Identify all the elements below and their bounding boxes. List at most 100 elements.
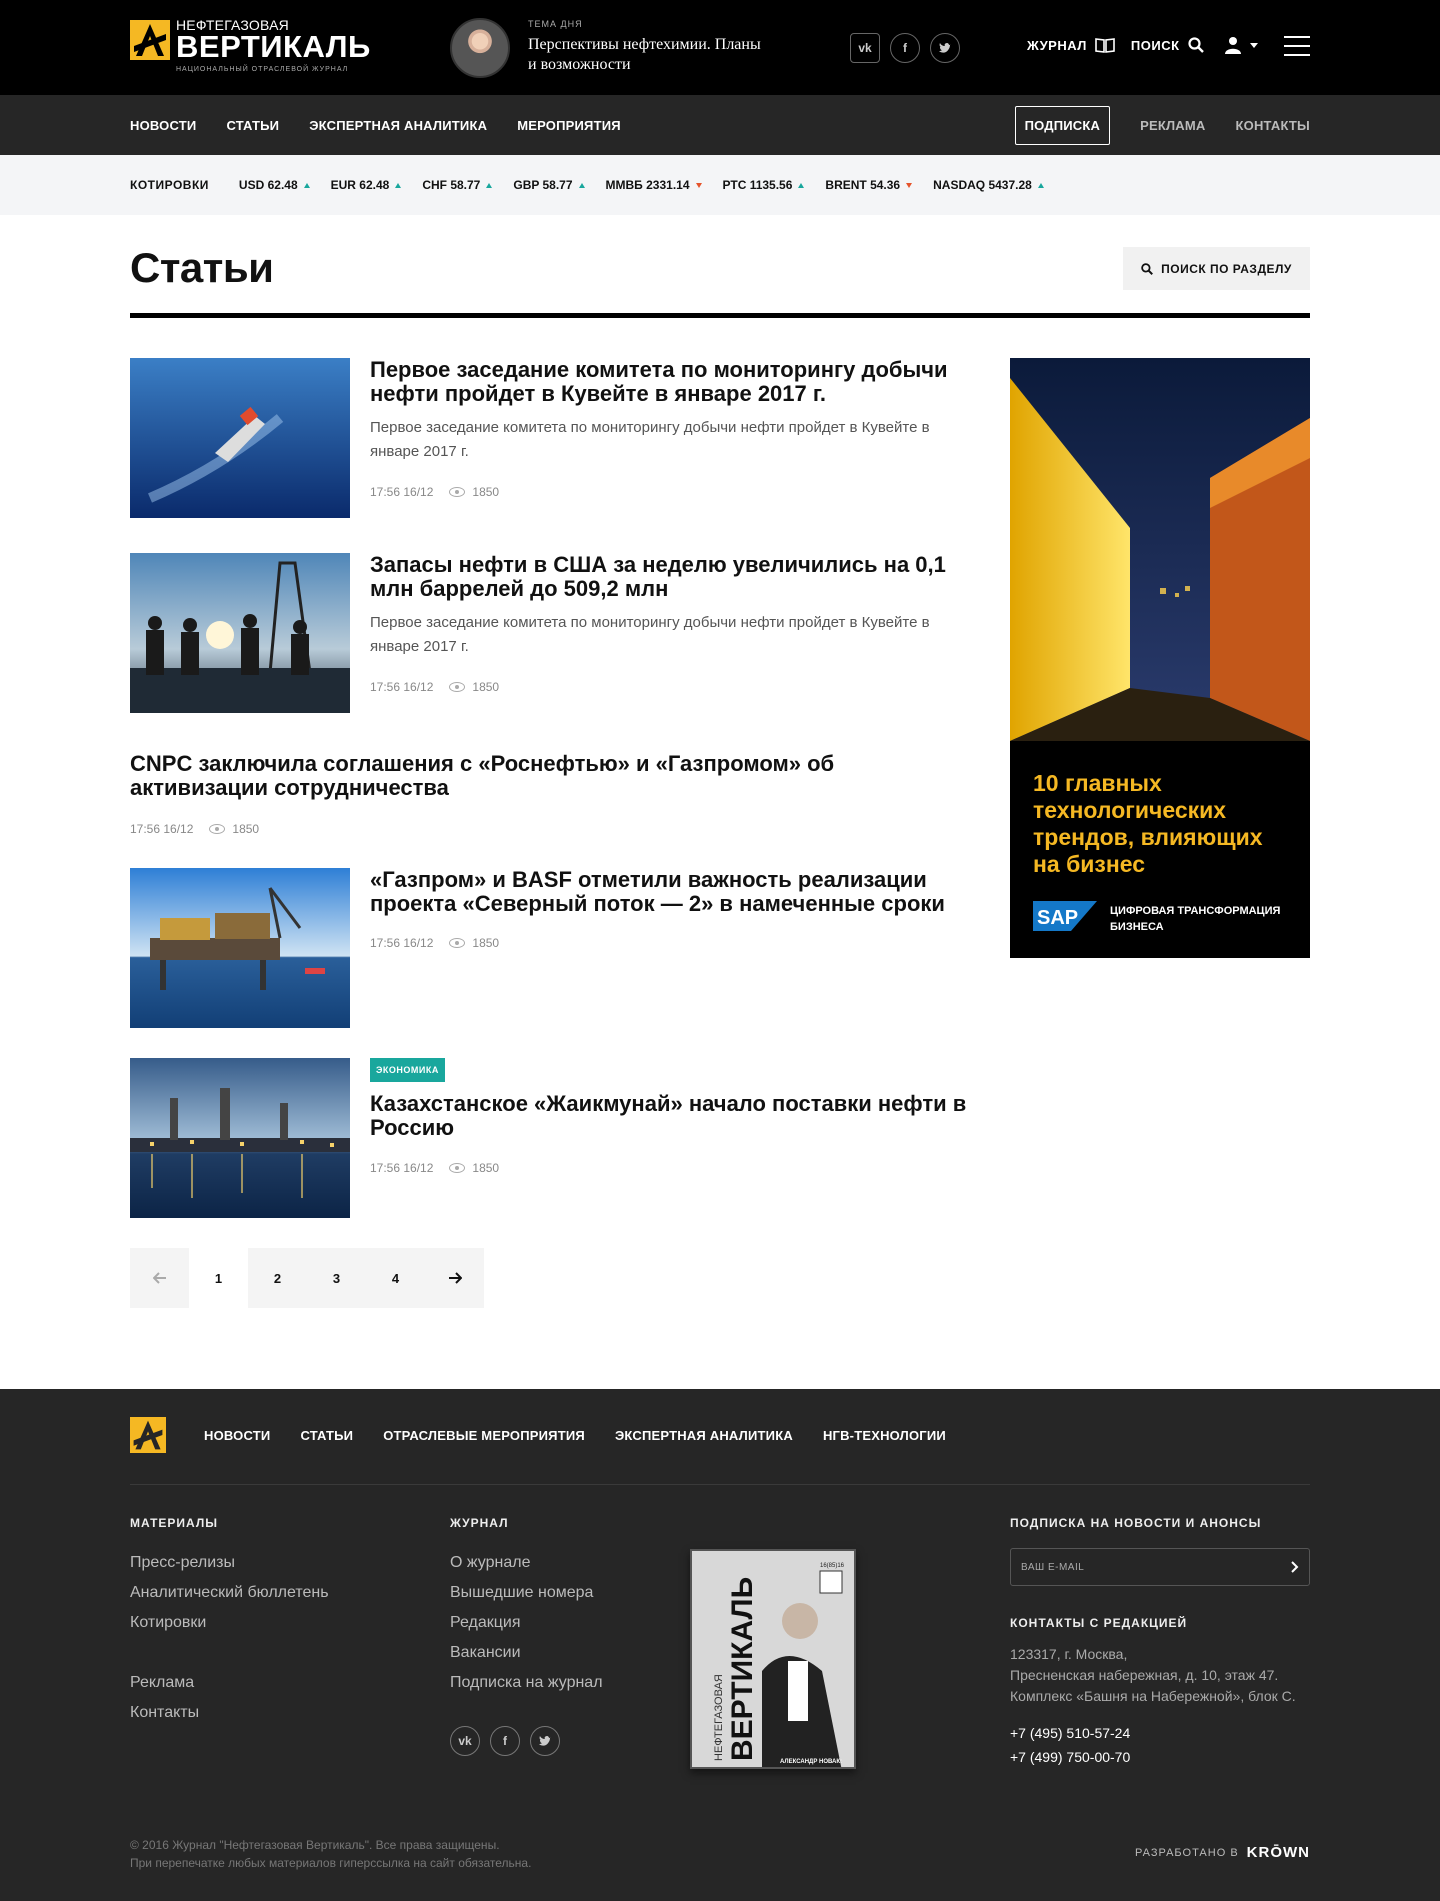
eye-icon <box>449 487 466 497</box>
quote-item[interactable]: EUR 62.48 <box>331 178 402 192</box>
article-meta: 17:56 16/12 1850 <box>370 680 970 694</box>
email-placeholder: ВАШ E-MAIL <box>1021 1561 1085 1573</box>
article-thumbnail[interactable] <box>130 868 350 1028</box>
nav-contacts[interactable]: КОНТАКТЫ <box>1236 118 1310 133</box>
eye-icon <box>449 938 466 948</box>
cover-title: ВЕРТИКАЛЬ <box>726 1577 759 1761</box>
article-views: 1850 <box>472 485 500 499</box>
page-4[interactable]: 4 <box>366 1248 425 1308</box>
developer-credit[interactable]: РАЗРАБОТАНО В KRŌWN <box>1135 1844 1310 1861</box>
nav-ads[interactable]: РЕКЛАМА <box>1140 118 1205 133</box>
nav-item[interactable]: СТАТЬИ <box>226 118 279 133</box>
quote-item[interactable]: РТС 1135.56 <box>723 178 805 192</box>
article-title[interactable]: CNPC заключила соглашения с «Роснефтью» … <box>130 752 960 800</box>
arrow-left-icon <box>152 1272 166 1284</box>
quote-item[interactable]: USD 62.48 <box>239 178 310 192</box>
facebook-icon[interactable]: f <box>490 1726 520 1756</box>
article-title[interactable]: Первое заседание комитета по мониторингу… <box>370 358 970 406</box>
subscribe-title: ПОДПИСКА НА НОВОСТИ И АНОНСЫ <box>1010 1516 1262 1530</box>
twitter-icon[interactable] <box>530 1726 560 1756</box>
twitter-icon[interactable] <box>930 33 960 63</box>
topic-text[interactable]: Перспективы нефтехимии. Планы и возможно… <box>528 35 768 75</box>
footer-nav-item[interactable]: ОТРАСЛЕВЫЕ МЕРОПРИЯТИЯ <box>383 1428 585 1443</box>
page-3[interactable]: 3 <box>307 1248 366 1308</box>
trend-down-icon <box>695 182 702 188</box>
topic-label: ТЕМА ДНЯ <box>528 19 583 29</box>
journal-cover[interactable]: 16(85)16 АЛЕКСАНДР НОВАК: ВЕРТИКАЛЬ НЕФТ… <box>690 1549 856 1769</box>
footer-journal: ЖУРНАЛ О журнале Вышедшие номера Редакция В… <box>450 1516 603 1756</box>
address-line: Пресненская набережная, д. 10, этаж 47. <box>1010 1667 1279 1683</box>
search-link[interactable]: ПОИСК <box>1131 37 1204 53</box>
email-input[interactable]: ВАШ E-MAIL <box>1010 1548 1310 1586</box>
footer-social: vk f <box>450 1726 603 1756</box>
vk-icon[interactable]: vk <box>850 33 880 63</box>
footer-link[interactable]: Реклама <box>130 1668 329 1698</box>
next-page-button[interactable] <box>425 1248 484 1308</box>
ad-subline: ЦИФРОВАЯ ТРАНСФОРМАЦИЯ БИЗНЕСА <box>1110 905 1281 933</box>
copyright: © 2016 Журнал "Нефтегазовая Вертикаль". … <box>130 1836 531 1872</box>
quote-item[interactable]: BRENT 54.36 <box>825 178 913 192</box>
vk-icon[interactable]: vk <box>450 1726 480 1756</box>
footer-link[interactable]: Вакансии <box>450 1638 603 1668</box>
article-thumbnail[interactable] <box>130 1058 350 1218</box>
quote-item[interactable]: GBP 58.77 <box>513 178 585 192</box>
facebook-icon[interactable]: f <box>890 33 920 63</box>
sap-logo-icon: SAP <box>1033 901 1097 931</box>
topic-of-day[interactable]: ТЕМА ДНЯ Перспективы нефтехимии. Планы и… <box>450 18 768 78</box>
article-title[interactable]: «Газпром» и BASF отметили важность реали… <box>370 868 970 916</box>
footer-link[interactable]: Контакты <box>130 1698 329 1728</box>
article-thumbnail[interactable] <box>130 358 350 518</box>
footer-link[interactable]: Вышедшие номера <box>450 1578 603 1608</box>
journal-link[interactable]: ЖУРНАЛ <box>1027 37 1115 53</box>
main-nav: НОВОСТИ СТАТЬИ ЭКСПЕРТНАЯ АНАЛИТИКА МЕРОПРИ… <box>0 95 1440 155</box>
footer-nav-item[interactable]: ЭКСПЕРТНАЯ АНАЛИТИКА <box>615 1428 793 1443</box>
nav-item[interactable]: ЭКСПЕРТНАЯ АНАЛИТИКА <box>309 118 487 133</box>
quote-item[interactable]: NASDAQ 5437.28 <box>933 178 1044 192</box>
menu-icon[interactable] <box>1284 36 1310 56</box>
footer-link[interactable]: О журнале <box>450 1548 603 1578</box>
article-title[interactable]: Казахстанское «Жаикмунай» начало поставк… <box>370 1092 970 1140</box>
article-item[interactable]: Запасы нефти в США за неделю увеличились… <box>130 553 970 713</box>
article-thumbnail[interactable] <box>130 553 350 713</box>
section-search-button[interactable]: ПОИСК ПО РАЗДЕЛУ <box>1123 247 1310 290</box>
quote-item[interactable]: CHF 58.77 <box>422 178 493 192</box>
page-1[interactable]: 1 <box>189 1248 248 1308</box>
quote-item[interactable]: ММВБ 2331.14 <box>606 178 702 192</box>
search-icon <box>1141 262 1154 275</box>
quote-value: NASDAQ 5437.28 <box>933 178 1032 192</box>
footer-link[interactable]: Пресс-релизы <box>130 1548 329 1578</box>
page-2[interactable]: 2 <box>248 1248 307 1308</box>
trend-up-icon <box>303 182 310 188</box>
nav-item[interactable]: НОВОСТИ <box>130 118 196 133</box>
article-item[interactable]: Первое заседание комитета по мониторингу… <box>130 358 970 518</box>
footer-nav-item[interactable]: НОВОСТИ <box>204 1428 270 1443</box>
article-title[interactable]: Запасы нефти в США за неделю увеличились… <box>370 553 970 601</box>
article-item[interactable]: ЭКОНОМИКА Казахстанское «Жаикмунай» нача… <box>130 1058 970 1218</box>
footer-divider <box>130 1484 1310 1485</box>
article-time: 17:56 16/12 <box>370 1161 434 1175</box>
chevron-right-icon[interactable] <box>1291 1561 1299 1573</box>
article-item[interactable]: «Газпром» и BASF отметили важность реали… <box>130 868 970 1028</box>
prev-page-button[interactable] <box>130 1248 189 1308</box>
quote-value: EUR 62.48 <box>330 178 390 192</box>
article-category-tag[interactable]: ЭКОНОМИКА <box>370 1058 445 1082</box>
subscribe-button[interactable]: ПОДПИСКА <box>1014 105 1111 145</box>
footer-nav-item[interactable]: НГВ-ТЕХНОЛОГИИ <box>823 1428 946 1443</box>
user-menu[interactable] <box>1224 36 1258 54</box>
footer-link[interactable]: Котировки <box>130 1608 329 1638</box>
footer-logo-icon[interactable] <box>130 1417 166 1453</box>
topic-avatar <box>450 18 510 78</box>
footer-link[interactable]: Аналитический бюллетень <box>130 1578 329 1608</box>
quote-value: BRENT 54.36 <box>825 178 901 192</box>
address-line: Комплекс «Башня на Набережной», блок С. <box>1010 1688 1296 1704</box>
footer-link[interactable]: Подписка на журнал <box>450 1668 603 1698</box>
footer-nav-item[interactable]: СТАТЬИ <box>300 1428 353 1443</box>
trend-down-icon <box>906 182 913 188</box>
site-logo[interactable]: НЕФТЕГАЗОВАЯ ВЕРТИКАЛЬ НАЦИОНАЛЬНЫЙ ОТРА… <box>130 18 371 73</box>
footer-link[interactable]: Редакция <box>450 1608 603 1638</box>
sidebar-ad-banner[interactable]: 10 главных технологических трендов, влия… <box>1010 358 1310 958</box>
phone-number[interactable]: +7 (495) 510-57-24 <box>1010 1721 1310 1745</box>
nav-item[interactable]: МЕРОПРИЯТИЯ <box>517 118 621 133</box>
phone-number[interactable]: +7 (499) 750-00-70 <box>1010 1745 1310 1769</box>
article-item[interactable]: CNPC заключила соглашения с «Роснефтью» … <box>130 752 970 837</box>
